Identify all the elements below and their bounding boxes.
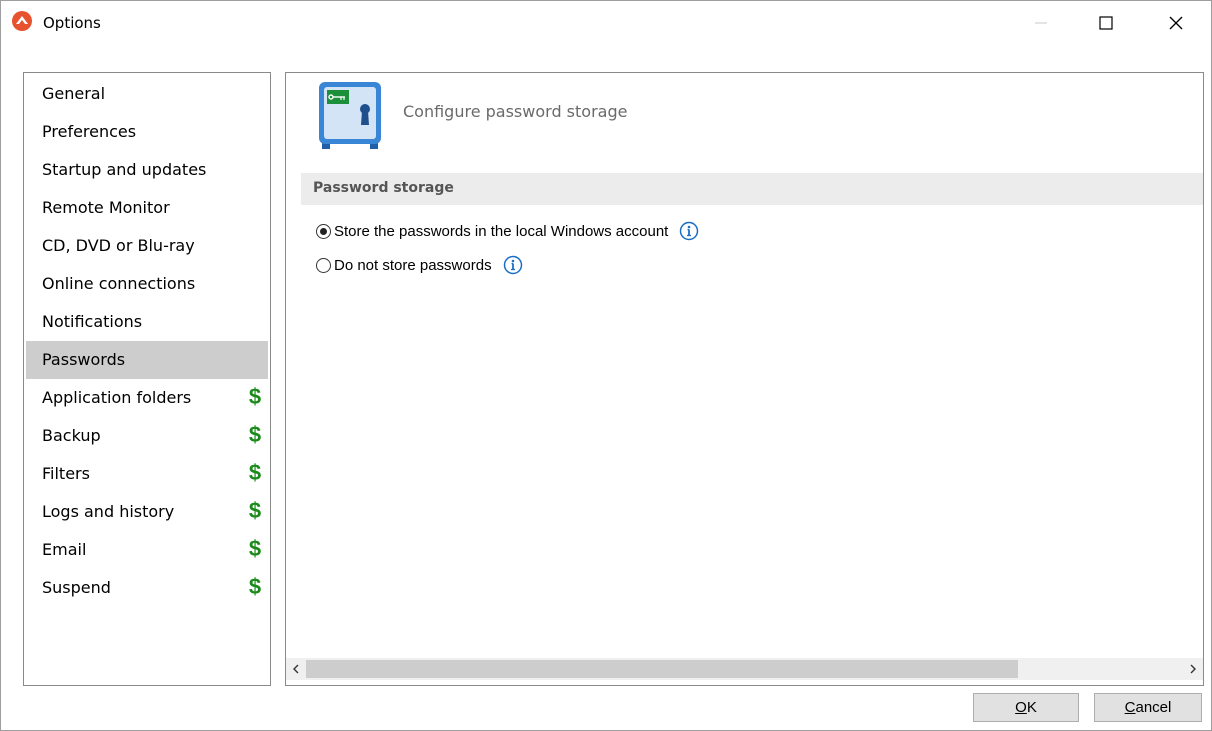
sidebar-item-startup-and-updates[interactable]: Startup and updates xyxy=(26,151,268,189)
svg-text:$: $ xyxy=(249,422,261,446)
sidebar-item-passwords[interactable]: Passwords xyxy=(26,341,268,379)
section-title: Password storage xyxy=(313,180,454,196)
sidebar-item-label: Passwords xyxy=(42,350,126,369)
horizontal-scrollbar[interactable] xyxy=(286,658,1203,680)
svg-text:$: $ xyxy=(249,460,261,484)
svg-text:$: $ xyxy=(249,384,261,408)
cancel-button[interactable]: Cancel xyxy=(1094,693,1202,722)
maximize-button[interactable] xyxy=(1083,1,1129,45)
sidebar-item-label: Backup xyxy=(42,426,101,445)
sidebar-item-label: Suspend xyxy=(42,578,111,597)
premium-dollar-icon: $ xyxy=(248,422,262,447)
cancel-label: ancel xyxy=(1135,699,1172,716)
svg-text:$: $ xyxy=(249,498,261,522)
sidebar-item-label: Logs and history xyxy=(42,502,175,521)
sidebar-item-email[interactable]: Email $ xyxy=(26,531,268,569)
premium-dollar-icon: $ xyxy=(248,536,262,561)
premium-dollar-icon: $ xyxy=(248,498,262,523)
section-header: Password storage xyxy=(301,173,1203,205)
radio-button[interactable] xyxy=(316,257,331,273)
sidebar-item-label: Email xyxy=(42,540,87,559)
sidebar-item-suspend[interactable]: Suspend $ xyxy=(26,569,268,607)
sidebar-item-label: Filters xyxy=(42,464,90,483)
sidebar-item-label: CD, DVD or Blu-ray xyxy=(42,236,195,255)
info-icon[interactable] xyxy=(679,221,699,241)
app-logo-icon xyxy=(11,10,33,32)
sidebar-item-notifications[interactable]: Notifications xyxy=(26,303,268,341)
option-label: Store the passwords in the local Windows… xyxy=(334,222,669,240)
premium-dollar-icon: $ xyxy=(248,460,262,485)
sidebar-item-label: Notifications xyxy=(42,312,143,331)
sidebar-item-general[interactable]: General xyxy=(26,75,268,113)
ok-label: K xyxy=(1026,699,1037,716)
page-title: Configure password storage xyxy=(403,102,628,121)
options-window: Options General Preferences Startup and … xyxy=(0,0,1212,731)
option-label: Do not store passwords xyxy=(334,256,492,274)
options-category-list: General Preferences Startup and updates … xyxy=(23,72,271,686)
sidebar-item-preferences[interactable]: Preferences xyxy=(26,113,268,151)
sidebar-item-online-connections[interactable]: Online connections xyxy=(26,265,268,303)
sidebar-item-label: Application folders xyxy=(42,388,192,407)
info-icon[interactable] xyxy=(503,255,523,275)
sidebar-item-backup[interactable]: Backup $ xyxy=(26,417,268,455)
scrollbar-thumb[interactable] xyxy=(306,660,1018,678)
do-not-store-option[interactable]: Do not store passwords xyxy=(316,254,523,276)
premium-dollar-icon: $ xyxy=(248,574,262,599)
store-local-windows-option[interactable]: Store the passwords in the local Windows… xyxy=(316,220,699,242)
ok-accelerator: O xyxy=(1015,699,1027,716)
sidebar-item-cd-dvd-bluray[interactable]: CD, DVD or Blu-ray xyxy=(26,227,268,265)
ok-button[interactable]: OK xyxy=(973,693,1079,722)
window-title: Options xyxy=(43,14,101,32)
sidebar-item-label: Preferences xyxy=(42,122,137,141)
sidebar-item-remote-monitor[interactable]: Remote Monitor xyxy=(26,189,268,227)
sidebar-item-label: General xyxy=(42,84,106,103)
sidebar-item-logs-and-history[interactable]: Logs and history $ xyxy=(26,493,268,531)
sidebar-item-label: Startup and updates xyxy=(42,160,207,179)
minimize-button[interactable] xyxy=(1018,1,1064,45)
premium-dollar-icon: $ xyxy=(248,384,262,409)
svg-text:$: $ xyxy=(249,574,261,598)
scroll-right-button[interactable] xyxy=(1183,658,1203,680)
title-bar: Options xyxy=(1,1,1211,45)
radio-button[interactable] xyxy=(316,223,331,239)
password-safe-icon xyxy=(318,81,382,153)
cancel-accelerator: C xyxy=(1124,699,1136,716)
close-button[interactable] xyxy=(1153,1,1199,45)
sidebar-item-application-folders[interactable]: Application folders $ xyxy=(26,379,268,417)
sidebar-item-label: Remote Monitor xyxy=(42,198,170,217)
settings-panel: Configure password storage Password stor… xyxy=(285,72,1204,686)
scroll-left-button[interactable] xyxy=(286,658,306,680)
sidebar-item-label: Online connections xyxy=(42,274,196,293)
sidebar-item-filters[interactable]: Filters $ xyxy=(26,455,268,493)
svg-text:$: $ xyxy=(249,536,261,560)
